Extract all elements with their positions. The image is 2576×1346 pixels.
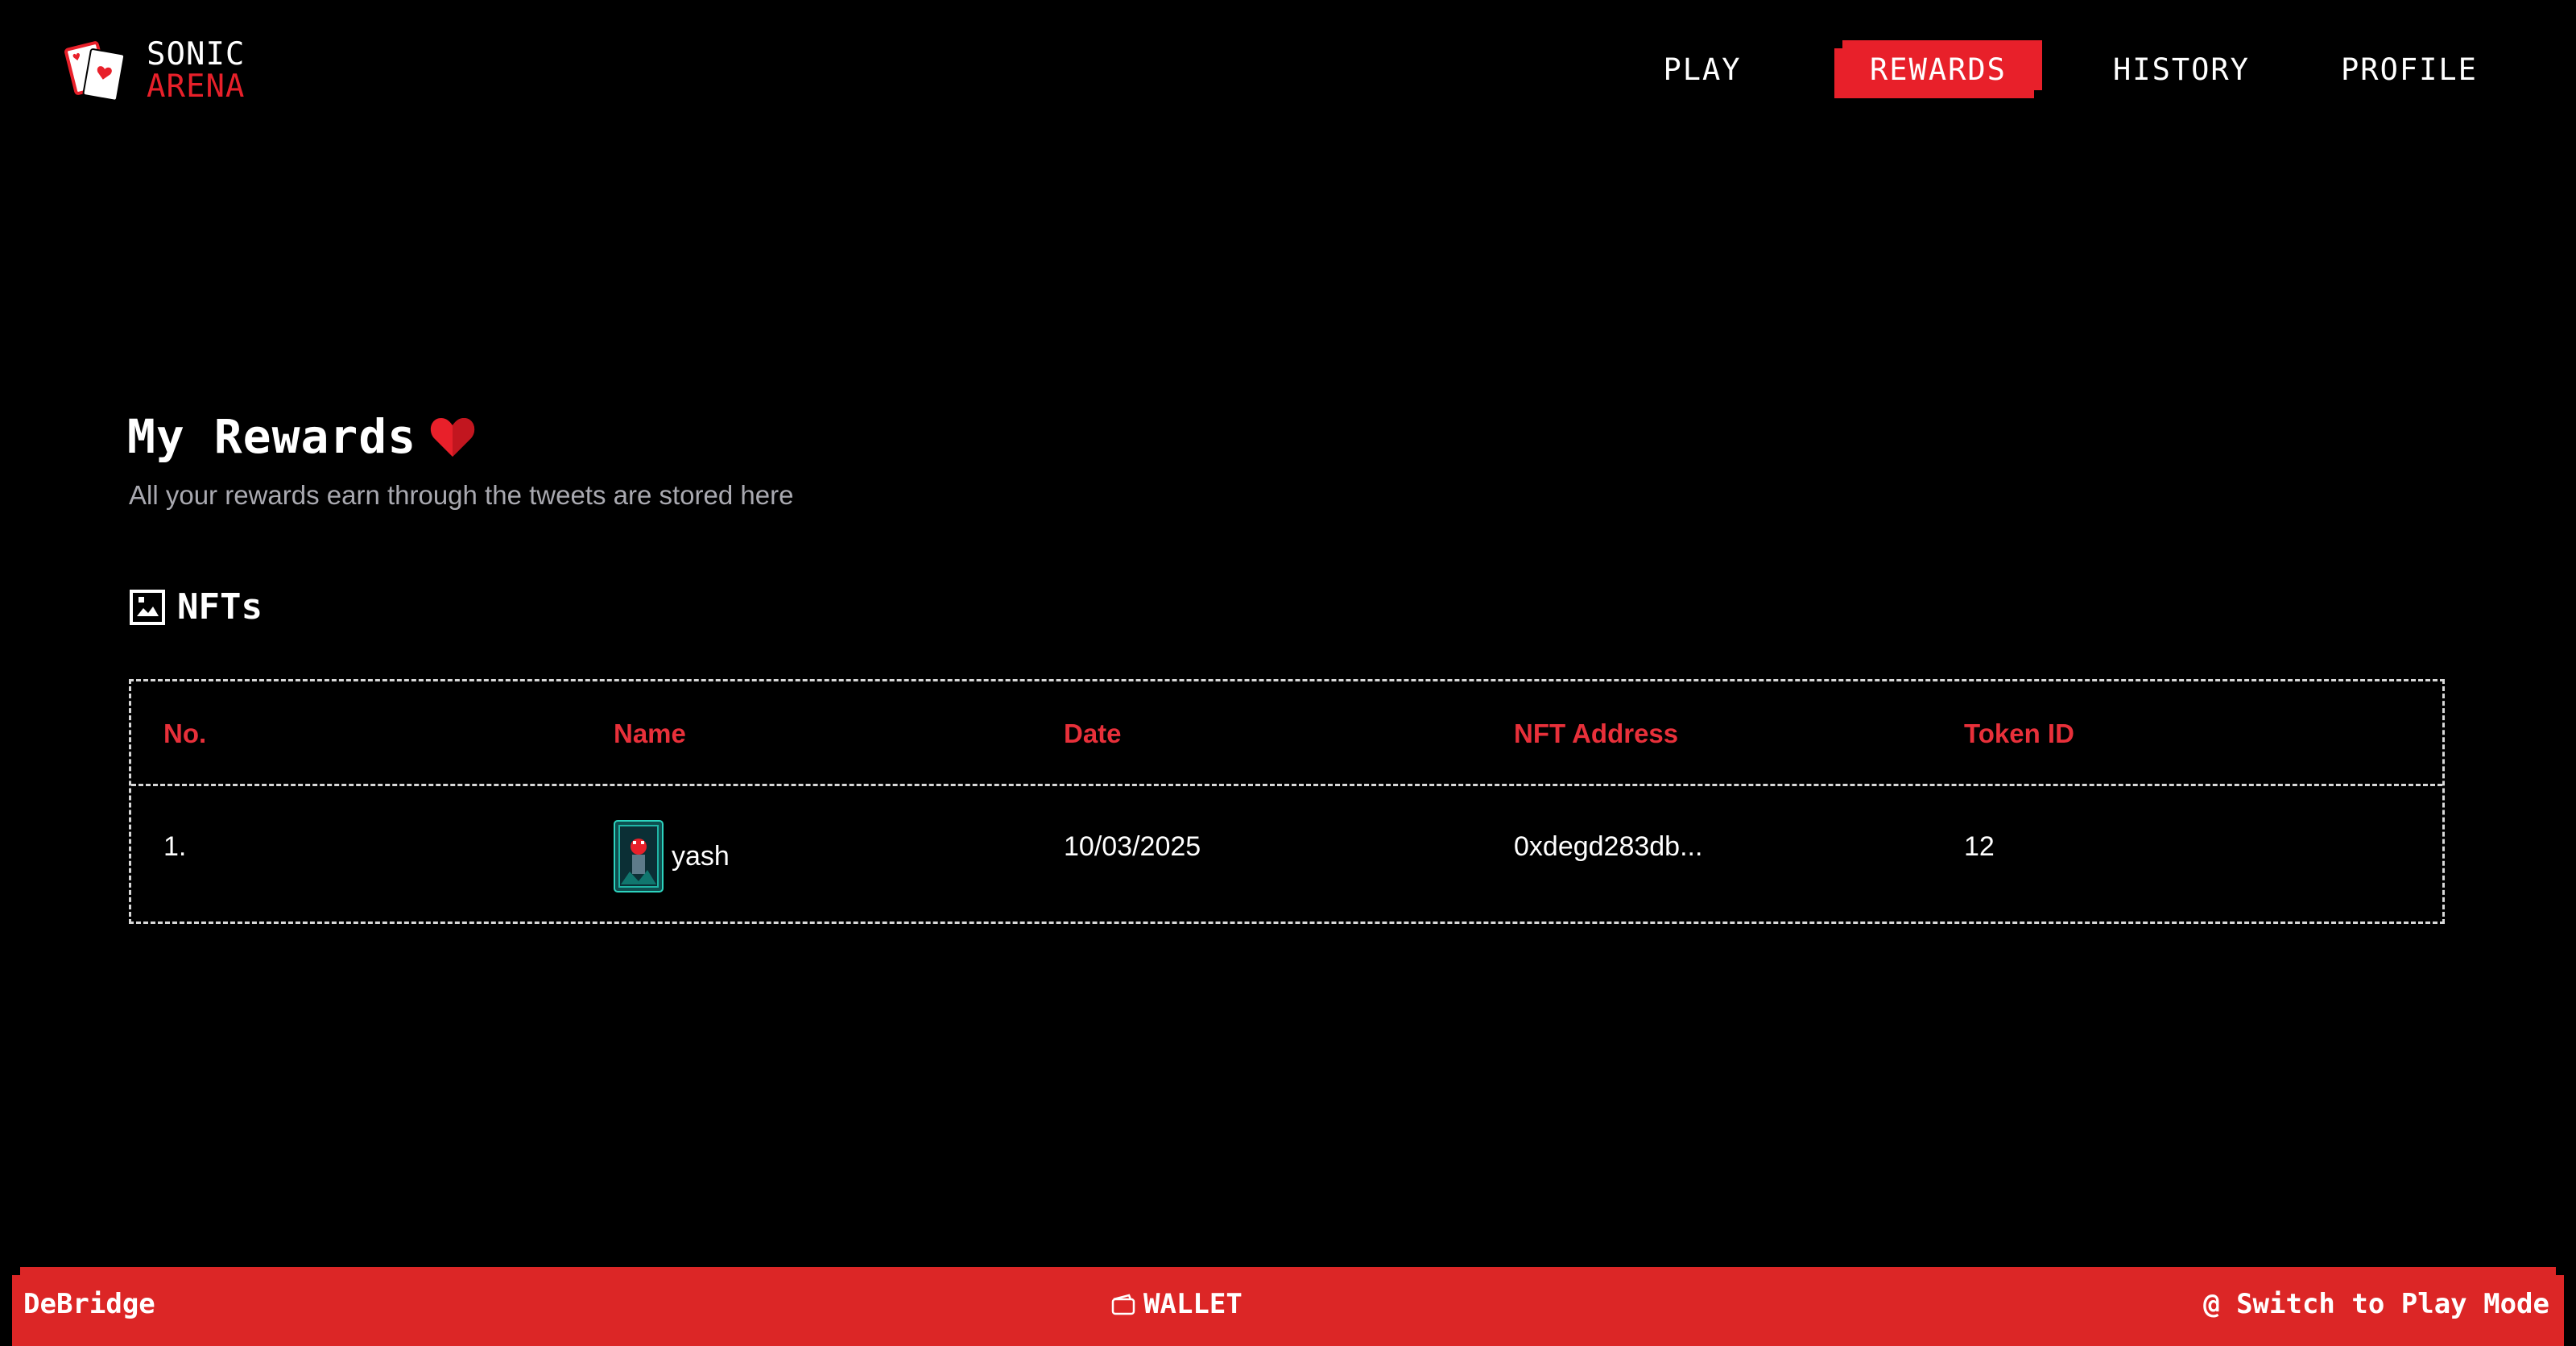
brand-line1: SONIC (147, 36, 246, 72)
switch-mode-button[interactable]: @ Switch to Play Mode (2203, 1288, 2549, 1320)
wallet-button[interactable]: WALLET (1111, 1288, 1243, 1320)
nft-image-icon (130, 589, 165, 625)
playing-cards-icon: ♥ (64, 41, 126, 101)
nav-profile[interactable]: PROFILE (2329, 40, 2490, 98)
cell-nft-address[interactable]: 0xdegd283db... (1514, 831, 1702, 863)
page: ♥ SONIC ARENA PLAY REWARDS HISTORY PROFI… (0, 0, 2576, 1346)
brand-line2: ARENA (147, 68, 246, 105)
heart-icon (431, 418, 475, 457)
header-date: Date (1064, 719, 1122, 748)
table-header: No. Name Date NFT Address Token ID (131, 681, 2442, 786)
nft-thumbnail (614, 820, 664, 893)
cell-date: 10/03/2025 (1064, 831, 1201, 862)
table-row[interactable]: 1. yash 10/03/2025 0xdegd283db... 12 (131, 786, 2442, 924)
header-no: No. (163, 719, 207, 748)
page-title: My Rewards (127, 409, 417, 464)
page-title-row: My Rewards (127, 409, 476, 464)
brand-logo[interactable]: ♥ SONIC ARENA (64, 37, 245, 105)
cell-name: yash (614, 820, 730, 893)
header-nft-address: NFT Address (1514, 719, 1679, 748)
debridge-button[interactable]: DeBridge (23, 1288, 155, 1320)
nav-history[interactable]: HISTORY (2093, 40, 2270, 98)
nav-rewards[interactable]: REWARDS (1834, 40, 2042, 98)
bottom-bar: DeBridge WALLET @ Switch to Play Mode (12, 1267, 2564, 1346)
header-name: Name (614, 719, 686, 748)
nav-play[interactable]: PLAY (1642, 40, 1763, 98)
cell-no: 1. (163, 831, 187, 862)
page-subtitle: All your rewards earn through the tweets… (129, 480, 794, 510)
cell-token-id: 12 (1964, 831, 1995, 862)
nft-name: yash (672, 840, 730, 872)
section-title: NFTs (177, 586, 263, 627)
brand-wordmark: SONIC ARENA (147, 39, 245, 103)
nfts-section-heading: NFTs (129, 586, 263, 627)
wallet-label: WALLET (1143, 1288, 1243, 1320)
nfts-table: No. Name Date NFT Address Token ID 1. ya… (129, 679, 2445, 924)
header-token-id: Token ID (1964, 719, 2074, 748)
wallet-icon (1111, 1294, 1135, 1315)
